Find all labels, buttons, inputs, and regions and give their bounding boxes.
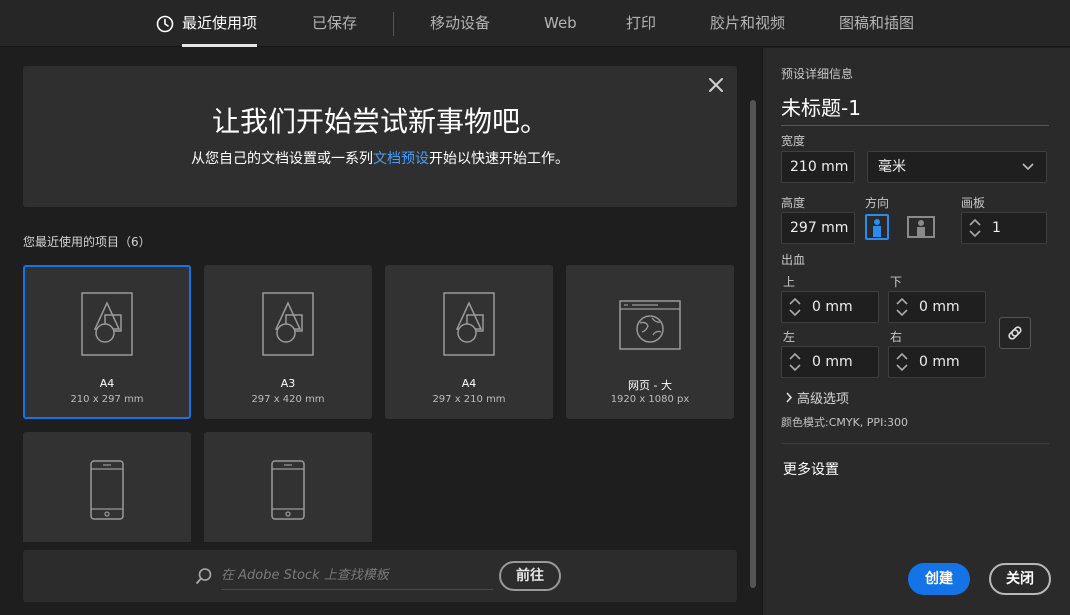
bleed-right-field[interactable]: 0 mm <box>888 346 986 378</box>
stepper-icon[interactable] <box>895 295 909 319</box>
recent-item-size: 1920 x 1080 px <box>610 394 690 405</box>
bleed-bottom-value: 0 mm <box>919 299 960 315</box>
create-button[interactable]: 创建 <box>908 563 970 595</box>
advanced-options-toggle[interactable]: 高级选项 <box>785 388 849 407</box>
orientation-label: 方向 <box>865 196 890 210</box>
recent-item-card[interactable]: A3 297 x 420 mm <box>204 265 372 419</box>
go-button[interactable]: 前往 <box>499 561 561 591</box>
recent-item-card[interactable]: 网页 - 大 1920 x 1080 px <box>566 265 734 419</box>
bleed-top-field[interactable]: 0 mm <box>781 291 879 323</box>
width-field[interactable]: 210 mm <box>781 151 855 183</box>
height-field[interactable]: 297 mm <box>781 212 855 244</box>
stock-search-input[interactable] <box>221 562 493 590</box>
unit-select-value: 毫米 <box>878 159 906 175</box>
more-settings-button[interactable]: 更多设置 <box>783 459 839 479</box>
welcome-subtitle-after: 开始以快速开始工作。 <box>429 151 569 167</box>
tab-separator <box>393 12 394 36</box>
recent-item-card[interactable] <box>23 432 191 542</box>
chain-link-icon <box>1008 326 1022 340</box>
tab-art-illustration[interactable]: 图稿和插图 <box>839 0 914 47</box>
preset-details-panel: 预设详细信息 未标题-1 宽度 210 mm 毫米 高度 297 mm 方向 画… <box>762 48 1070 615</box>
artboard-value: 1 <box>992 220 1001 236</box>
tab-web[interactable]: Web <box>544 0 577 47</box>
artboard-label: 画板 <box>961 196 986 210</box>
left-panel: 让我们开始尝试新事物吧。 从您自己的文档设置或一系列文档预设开始以快速开始工作。… <box>0 48 760 615</box>
vertical-scrollbar[interactable] <box>750 100 756 588</box>
tab-print[interactable]: 打印 <box>626 0 656 47</box>
search-icon <box>196 568 212 584</box>
close-icon[interactable] <box>707 76 725 94</box>
stepper-icon[interactable] <box>788 295 802 319</box>
tab-film-video[interactable]: 胶片和视频 <box>710 0 785 47</box>
landscape-orientation-icon[interactable] <box>907 214 935 240</box>
recent-item-size: 297 x 420 mm <box>251 394 325 405</box>
bleed-left-field[interactable]: 0 mm <box>781 346 879 378</box>
preset-details-heading: 预设详细信息 <box>781 67 854 81</box>
bleed-right-label: 右 <box>890 330 903 344</box>
bleed-label: 出血 <box>781 253 806 267</box>
welcome-banner: 让我们开始尝试新事物吧。 从您自己的文档设置或一系列文档预设开始以快速开始工作。 <box>23 66 737 207</box>
recent-item-name: A4 <box>99 377 115 390</box>
document-shapes-icon <box>262 292 314 356</box>
stepper-icon[interactable] <box>895 350 909 374</box>
artboard-field[interactable]: 1 <box>961 212 1047 244</box>
recent-item-card[interactable]: A4 297 x 210 mm <box>385 265 553 419</box>
phone-icon <box>90 460 124 520</box>
tab-recent[interactable]: 最近使用项 <box>182 0 258 47</box>
bleed-right-value: 0 mm <box>919 354 960 370</box>
recent-item-name: A4 <box>461 377 477 390</box>
document-shapes-icon <box>443 292 495 356</box>
recent-item-name: A3 <box>280 377 296 390</box>
advanced-options-label: 高级选项 <box>797 392 850 407</box>
close-button[interactable]: 关闭 <box>989 563 1051 595</box>
phone-icon <box>271 460 305 520</box>
color-mode-info: 颜色模式:CMYK, PPI:300 <box>781 416 909 429</box>
tab-saved[interactable]: 已保存 <box>312 0 357 47</box>
unit-select[interactable]: 毫米 <box>867 151 1047 183</box>
recent-items-title: 您最近使用的项目（6） <box>23 235 151 249</box>
document-presets-link[interactable]: 文档预设 <box>373 151 429 167</box>
document-name-field[interactable]: 未标题-1 <box>781 92 1049 126</box>
welcome-title: 让我们开始尝试新事物吧。 <box>211 105 548 138</box>
portrait-orientation-icon[interactable] <box>865 214 889 240</box>
welcome-subtitle-before: 从您自己的文档设置或一系列 <box>191 151 373 167</box>
recent-item-name: 网页 - 大 <box>628 379 672 392</box>
top-tab-bar: 最近使用项 已保存 移动设备 Web 打印 胶片和视频 图稿和插图 <box>0 0 1070 47</box>
bleed-top-label: 上 <box>783 275 796 289</box>
bleed-left-label: 左 <box>783 330 796 344</box>
width-label: 宽度 <box>781 134 806 148</box>
recent-item-card[interactable] <box>204 432 372 542</box>
recent-item-size: 297 x 210 mm <box>432 394 506 405</box>
clock-icon <box>156 15 174 33</box>
welcome-subtitle: 从您自己的文档设置或一系列文档预设开始以快速开始工作。 <box>23 148 737 168</box>
bleed-bottom-label: 下 <box>890 275 903 289</box>
height-label: 高度 <box>781 196 806 210</box>
divider <box>781 443 1049 444</box>
bleed-bottom-field[interactable]: 0 mm <box>888 291 986 323</box>
recent-item-size: 210 x 297 mm <box>70 394 144 405</box>
chevron-right-icon <box>785 392 793 407</box>
bleed-left-value: 0 mm <box>812 354 853 370</box>
web-globe-icon <box>619 300 681 350</box>
chevron-down-icon <box>1022 163 1034 171</box>
document-shapes-icon <box>81 292 133 356</box>
stepper-icon[interactable] <box>968 216 982 240</box>
tab-mobile[interactable]: 移动设备 <box>430 0 490 47</box>
stepper-icon[interactable] <box>788 350 802 374</box>
recent-item-card[interactable]: A4 210 x 297 mm <box>23 265 191 419</box>
link-bleed-button[interactable] <box>999 317 1031 349</box>
bleed-top-value: 0 mm <box>812 299 853 315</box>
stock-search-bar: 前往 <box>23 550 737 602</box>
